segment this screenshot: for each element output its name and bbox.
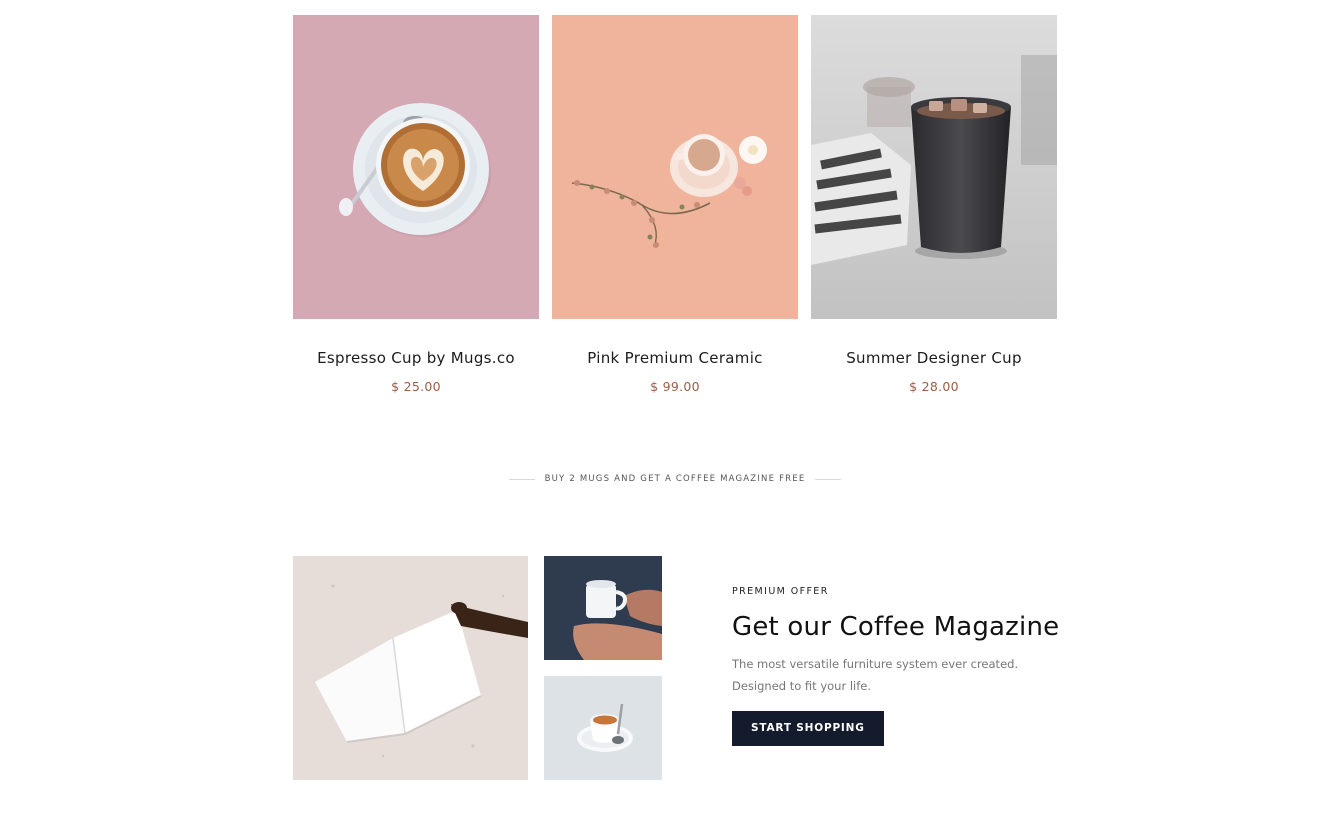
- iced-coffee-cup-image: [811, 15, 1057, 319]
- product-name[interactable]: Espresso Cup by Mugs.co: [293, 348, 539, 368]
- divider-line: [815, 478, 842, 480]
- product-price: $ 28.00: [909, 379, 959, 394]
- offer-description-line: The most versatile furniture system ever…: [732, 657, 1019, 671]
- offer-panel: PREMIUM OFFER Get our Coffee Magazine Th…: [732, 586, 1072, 746]
- offer-eyebrow: PREMIUM OFFER: [732, 586, 829, 597]
- product-image-summer-cup[interactable]: [811, 15, 1057, 319]
- offer-description: The most versatile furniture system ever…: [732, 653, 1072, 697]
- product-image-espresso-cup[interactable]: [293, 15, 539, 319]
- promo-text: BUY 2 MUGS AND GET A COFFEE MAGAZINE FRE…: [544, 474, 806, 484]
- product-image-pink-ceramic[interactable]: [552, 15, 798, 319]
- magazine-image: [544, 556, 662, 660]
- offer-description-line: Designed to fit your life.: [732, 679, 872, 693]
- mug-in-hands-image: [544, 556, 662, 660]
- flower-cup-image: [552, 15, 798, 319]
- product-card: Summer Designer Cup $ 28.00: [811, 15, 1057, 394]
- product-price: $ 99.00: [650, 379, 700, 394]
- open-magazine-image: [293, 556, 528, 780]
- magazine-image: [293, 556, 528, 780]
- promo-banner: BUY 2 MUGS AND GET A COFFEE MAGAZINE FRE…: [508, 474, 842, 484]
- magazine-image: [544, 676, 662, 780]
- product-name[interactable]: Summer Designer Cup: [811, 348, 1057, 368]
- product-name[interactable]: Pink Premium Ceramic: [552, 348, 798, 368]
- product-card: Espresso Cup by Mugs.co $ 25.00: [293, 15, 539, 394]
- divider-line: [508, 478, 535, 480]
- offer-title: Get our Coffee Magazine: [732, 612, 1060, 642]
- start-shopping-button[interactable]: START SHOPPING: [732, 711, 884, 746]
- product-grid: Espresso Cup by Mugs.co $ 25.00 Pink Pre…: [293, 15, 1058, 394]
- product-price: $ 25.00: [391, 379, 441, 394]
- latte-cup-image: [293, 15, 539, 319]
- espresso-cup-image: [544, 676, 662, 780]
- product-card: Pink Premium Ceramic $ 99.00: [552, 15, 798, 394]
